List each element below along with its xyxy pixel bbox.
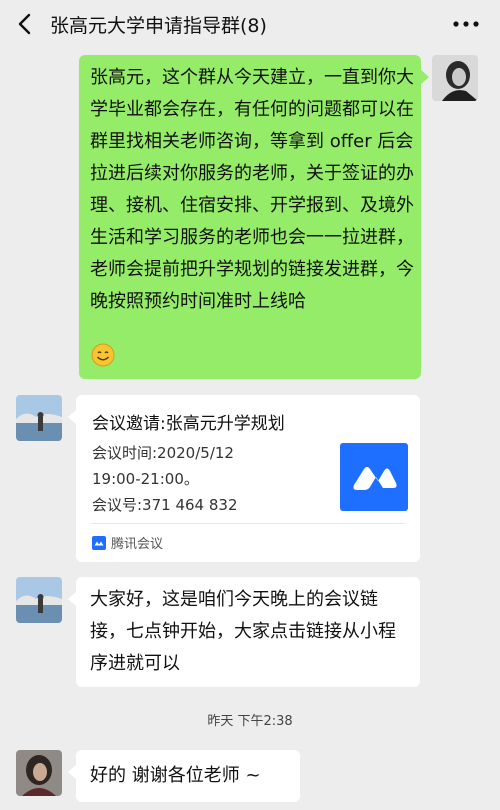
more-button[interactable] [450, 12, 482, 36]
meeting-card[interactable]: 会议邀请:张高元升学规划 会议时间:2020/5/12 19:00-21:00。… [76, 395, 420, 562]
smile-emoji-icon [91, 343, 115, 367]
landscape-avatar-icon [16, 577, 62, 623]
chat-title: 张高元大学申请指导群(8) [50, 15, 267, 37]
landscape-avatar-icon [16, 395, 62, 441]
meeting-card-title: 会议邀请:张高元升学规划 [92, 414, 285, 434]
chevron-left-icon [18, 13, 31, 35]
person-avatar-icon [16, 750, 62, 796]
bubble-tail [421, 70, 429, 84]
bubble-tail [68, 765, 76, 779]
bubble-tail [68, 410, 76, 424]
tencent-meeting-logo [340, 443, 408, 511]
tencent-meeting-small-icon [92, 535, 106, 550]
message-bubble[interactable]: 张高元，这个群从今天建立，一直到你大学毕业都会存在，有任何的问题都可以在群里找相… [79, 55, 421, 379]
back-button[interactable] [10, 8, 42, 40]
self-avatar[interactable] [432, 55, 478, 101]
chat-header: 张高元大学申请指导群(8) [0, 0, 500, 50]
sender-avatar[interactable] [16, 750, 62, 796]
message-bubble[interactable]: 大家好，这是咱们今天晚上的会议链接，七点钟开始，大家点击链接从小程序进就可以 [76, 577, 420, 687]
tencent-meeting-icon [353, 467, 397, 490]
card-divider [90, 523, 406, 524]
portrait-avatar-icon [432, 55, 478, 101]
sender-avatar[interactable] [16, 395, 62, 441]
message-text: 张高元，这个群从今天建立，一直到你大学毕业都会存在，有任何的问题都可以在群里找相… [90, 67, 414, 312]
meeting-time-range: 19:00-21:00。 [92, 470, 199, 488]
more-dots-icon [453, 21, 479, 27]
meeting-id: 会议号:371 464 832 [92, 496, 238, 514]
sender-avatar[interactable] [16, 577, 62, 623]
bubble-tail [68, 592, 76, 606]
message-text: 大家好，这是咱们今天晚上的会议链接，七点钟开始，大家点击链接从小程序进就可以 [90, 589, 396, 674]
message-text: 好的 谢谢各位老师 ~ [90, 765, 261, 786]
message-bubble[interactable]: 好的 谢谢各位老师 ~ [76, 750, 300, 802]
meeting-time-label: 会议时间:2020/5/12 [92, 444, 234, 462]
card-source-label: 腾讯会议 [111, 537, 164, 552]
card-source: 腾讯会议 [92, 533, 163, 552]
chat-timestamp: 昨天 下午2:38 [207, 714, 293, 729]
